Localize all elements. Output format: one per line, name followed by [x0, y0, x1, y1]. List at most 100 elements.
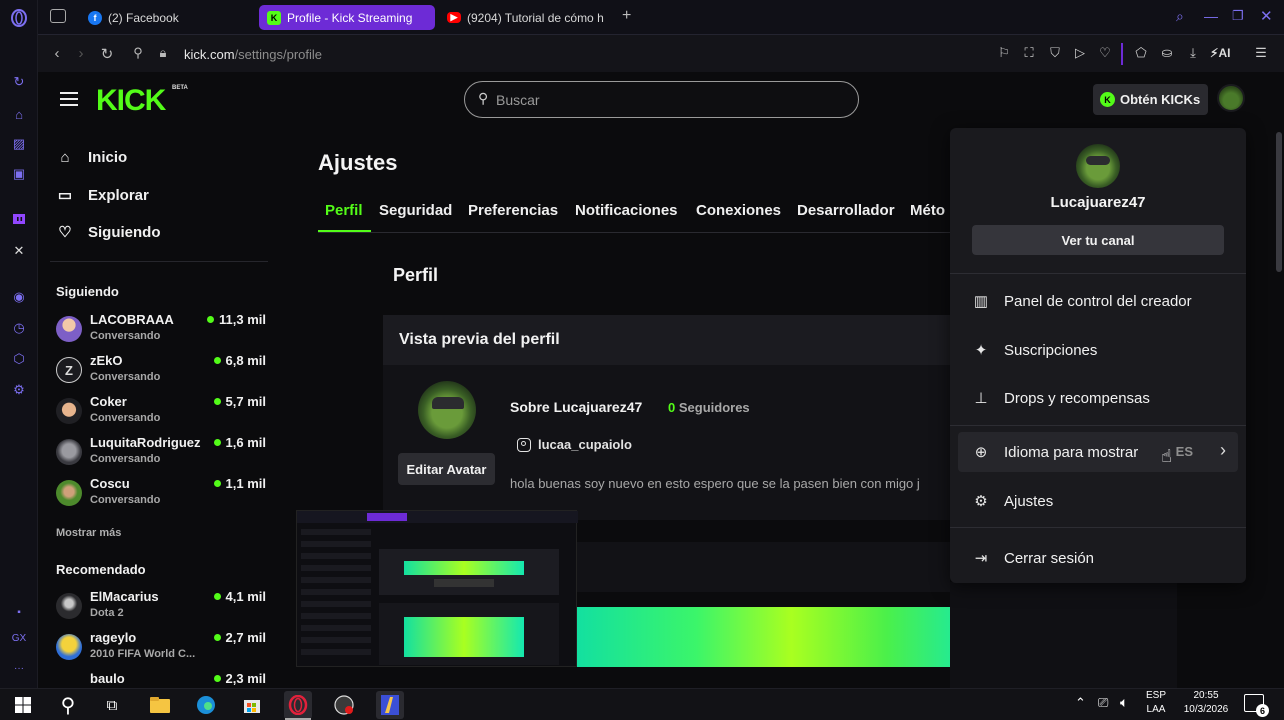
tab-menu-icon[interactable] [50, 9, 66, 23]
viewer-count: 4,1 mil [213, 589, 266, 604]
tab-profile[interactable]: Perfil [325, 202, 363, 219]
tab-notifications[interactable]: Notificaciones [575, 202, 678, 219]
channel-row[interactable]: Coscu Conversando 1,1 mil [54, 476, 266, 516]
menu-item-subscriptions[interactable]: ✦ Suscripciones [950, 330, 1246, 370]
pinboard-icon[interactable]: ▨ [9, 134, 29, 154]
notification-icon[interactable]: 6 [1244, 694, 1269, 717]
followers-label: Seguidores [678, 400, 750, 415]
channel-row[interactable]: ElMacarius Dota 2 4,1 mil [54, 589, 266, 629]
close-window-icon[interactable]: ✕ [1260, 7, 1273, 25]
windows-start-icon[interactable] [9, 691, 37, 719]
channel-row[interactable]: LuquitaRodriguez Conversando 1,6 mil [54, 435, 266, 475]
download-icon[interactable]: ⤓ [1184, 45, 1202, 61]
viewer-count: 6,8 mil [213, 353, 266, 368]
language-indicator[interactable]: ESP LAA [1146, 689, 1166, 717]
picture-in-picture-video[interactable] [296, 510, 578, 667]
network-icon[interactable]: ⎚ [1098, 695, 1108, 711]
sidebar-item-explore[interactable]: ▭ Explorar [56, 186, 149, 205]
more-icon[interactable]: ··· [9, 658, 29, 678]
tab-youtube[interactable]: ▶ (9204) Tutorial de cómo h [439, 5, 611, 30]
volume-icon[interactable]: 🔈︎ [1120, 694, 1128, 711]
heart-icon[interactable]: ♡ [1096, 45, 1114, 61]
back-icon[interactable]: ‹ [48, 45, 66, 62]
clock[interactable]: 20:55 10/3/2026 [1176, 689, 1236, 717]
channel-row[interactable]: Coker Conversando 5,7 mil [54, 394, 266, 434]
channel-name: ElMacarius [90, 589, 159, 604]
file-explorer-icon[interactable] [146, 691, 174, 719]
snapshot-icon[interactable]: ⛶ [1020, 45, 1038, 61]
search-input[interactable]: ⚲ Buscar [464, 81, 859, 118]
play-icon[interactable]: ▷ [1071, 45, 1089, 61]
tab-kick-profile[interactable]: K Profile - Kick Streaming [259, 5, 435, 30]
settings-icon[interactable]: ⚙ [9, 380, 29, 400]
search-icon[interactable]: ⚲ [54, 691, 82, 719]
channel-category: Conversando [90, 494, 161, 506]
followers: 0 Seguidores [668, 400, 750, 415]
minimize-icon[interactable]: — [1204, 8, 1218, 24]
menu-item-logout[interactable]: ⇥ Cerrar sesión [950, 538, 1246, 578]
reload-icon[interactable]: ↻ [98, 45, 116, 63]
instagram-link[interactable]: lucaa_cupaiolo [517, 437, 632, 452]
tab-connections[interactable]: Conexiones [696, 202, 781, 219]
opera-logo-icon[interactable] [9, 8, 29, 28]
x-twitter-icon[interactable]: ✕ [9, 241, 29, 261]
extensions-icon[interactable]: ⬡ [9, 349, 29, 369]
restore-icon[interactable]: ❐ [1232, 8, 1244, 24]
menu-item-creator-dashboard[interactable]: ▥ Panel de control del creador [950, 281, 1246, 321]
show-more-link[interactable]: Mostrar más [56, 527, 121, 539]
task-view-icon[interactable]: ⧉ [98, 691, 126, 719]
easy-setup-icon[interactable]: ☰ [1252, 45, 1270, 61]
profile-icon[interactable]: ⛀ [1158, 45, 1176, 61]
store-icon[interactable] [238, 691, 266, 719]
site-settings-icon[interactable]: ⚲ [129, 45, 147, 61]
aria-ai-button[interactable]: ⚡︎AI [1210, 46, 1230, 60]
live-dot-icon [213, 634, 221, 641]
tab-preferences[interactable]: Preferencias [468, 202, 558, 219]
twitch-icon[interactable] [9, 210, 29, 230]
channel-row[interactable]: baulo 2,3 mil [54, 671, 266, 688]
aria-icon[interactable]: ↻ [9, 72, 29, 92]
app-icon[interactable] [376, 691, 404, 719]
channel-row[interactable]: Z zEkO Conversando 6,8 mil [54, 353, 266, 393]
menu-item-drops[interactable]: ⊥ Drops y recompensas [950, 378, 1246, 418]
get-kicks-button[interactable]: K Obtén KICKs [1093, 84, 1208, 115]
sidebar-item-home[interactable]: ⌂ Inicio [56, 149, 127, 166]
tab-security[interactable]: Seguridad [379, 202, 452, 219]
edit-avatar-button[interactable]: Editar Avatar [398, 453, 495, 485]
edge-icon[interactable] [192, 691, 220, 719]
gx-icon[interactable]: GX [9, 628, 29, 648]
profile-preview-card: Vista previa del perfil Editar Avatar So… [383, 315, 950, 520]
chevron-up-icon[interactable]: ⌃ [1075, 695, 1086, 711]
menu-item-settings[interactable]: ⚙ Ajustes [950, 481, 1246, 521]
tab-developer[interactable]: Desarrollador [797, 202, 895, 219]
avatar[interactable] [1217, 84, 1245, 112]
tab-facebook[interactable]: f (2) Facebook [80, 5, 252, 30]
extensions-puzzle-icon[interactable]: ⬠ [1132, 45, 1150, 61]
pin-icon[interactable]: ⚐ [995, 45, 1013, 61]
sidebar-item-following[interactable]: ♡ Siguiendo [56, 223, 160, 242]
tab-payment-methods[interactable]: Méto [910, 202, 950, 219]
channel-row[interactable]: LACOBRAAA Conversando 11,3 mil [54, 312, 266, 352]
menu-item-language[interactable]: ⊕ Idioma para mostrar ES › ☝︎ [958, 432, 1238, 472]
new-tab-button[interactable]: + [622, 7, 631, 25]
page-scrollbar[interactable] [1276, 132, 1282, 272]
tab-bar: f (2) Facebook K Profile - Kick Streamin… [38, 0, 1284, 34]
messenger-icon[interactable]: ▣ [9, 164, 29, 184]
shield-icon[interactable]: ⛉ [1046, 45, 1064, 61]
live-dot-icon [213, 357, 221, 364]
opera-gx-taskbar-icon[interactable] [284, 691, 312, 719]
forward-icon[interactable]: › [72, 45, 90, 62]
menu-item-label: Cerrar sesión [1004, 549, 1095, 567]
instagram-icon [517, 437, 531, 452]
sparkle-icon: ✦ [974, 342, 988, 359]
page-title: Ajustes [318, 150, 398, 175]
url-field[interactable]: kick.com/settings/profile [184, 47, 322, 62]
channel-row[interactable]: rageylo 2010 FIFA World C... 2,7 mil [54, 630, 266, 670]
history-icon[interactable]: ◷ [9, 318, 29, 338]
view-channel-button[interactable]: Ver tu canal [972, 225, 1224, 255]
workspace-icon[interactable]: ⌂ [9, 104, 29, 124]
channel-name: LACOBRAAA [90, 312, 174, 327]
player-icon[interactable]: ◉ [9, 287, 29, 307]
search-tabs-icon[interactable]: ⌕ [1176, 8, 1184, 25]
obs-icon[interactable] [330, 691, 358, 719]
